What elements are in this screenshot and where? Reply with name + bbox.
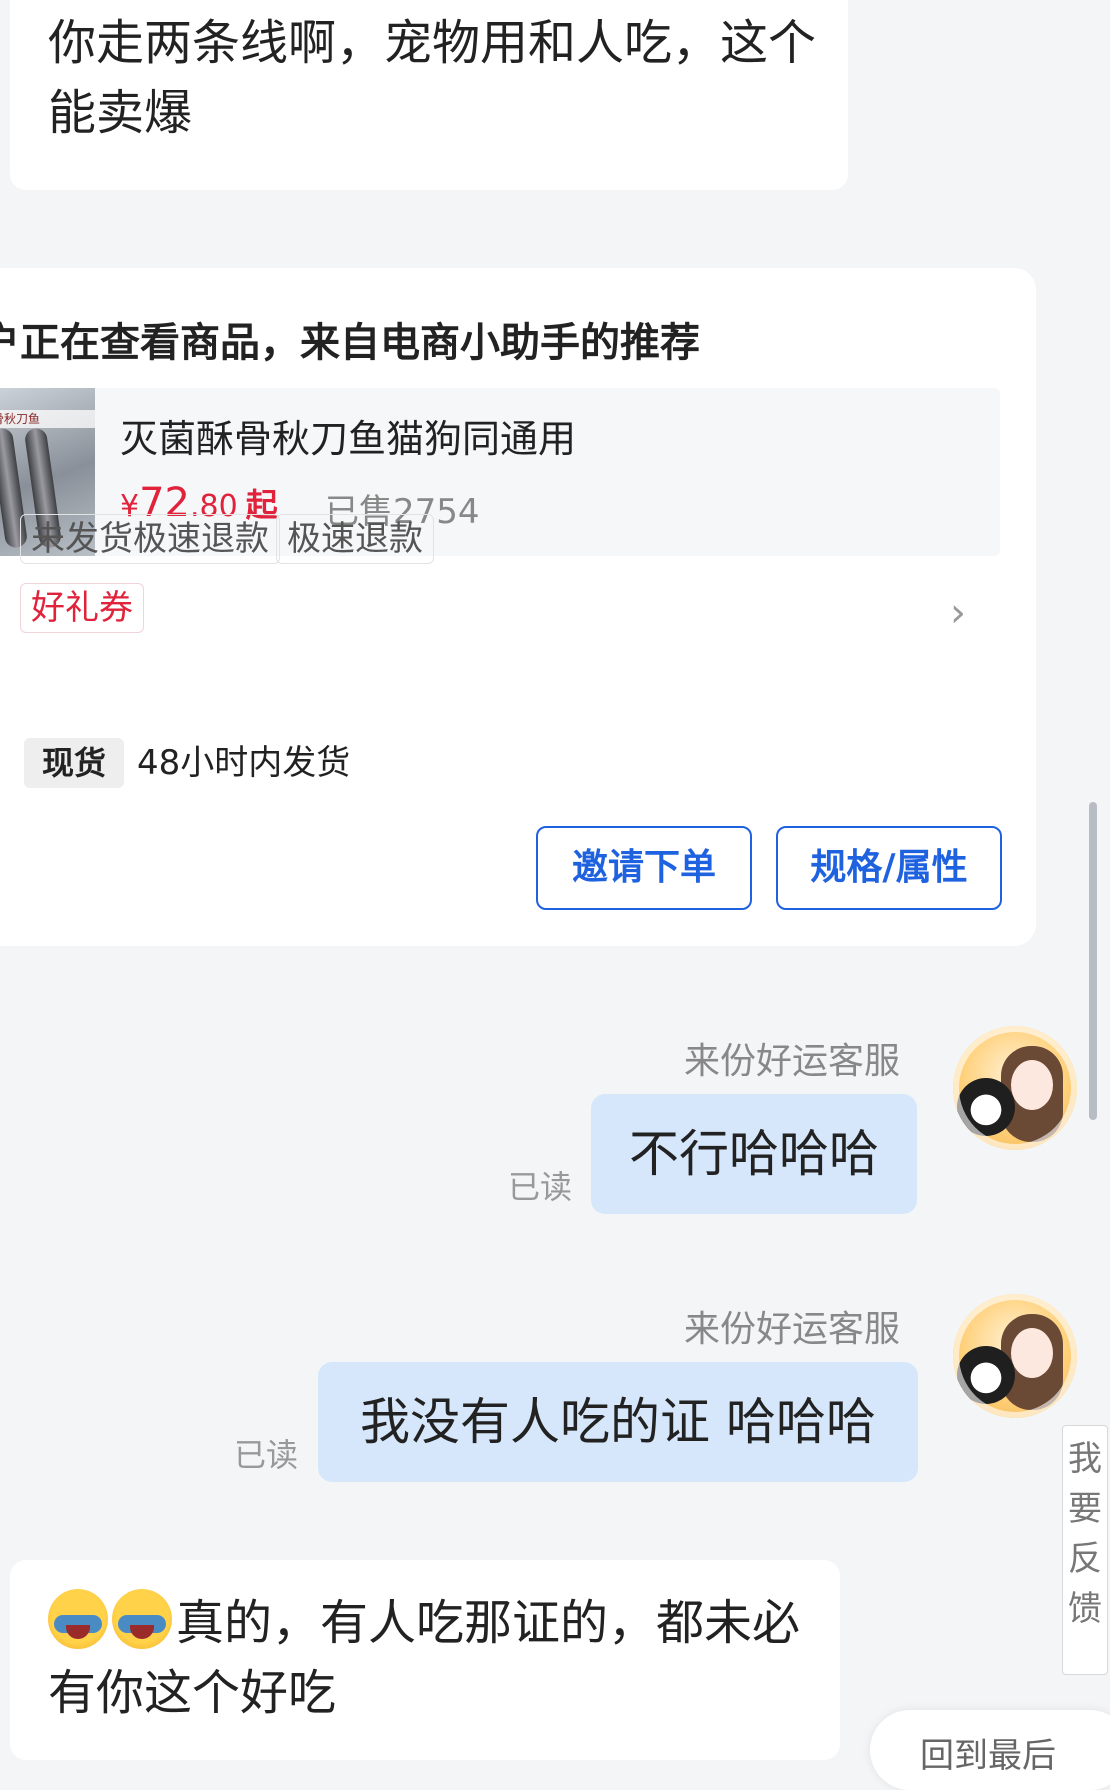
product-name: 灭菌酥骨秋刀鱼猫狗同通用: [120, 417, 577, 461]
feedback-char: 反: [1068, 1539, 1102, 1579]
chevron-right-icon[interactable]: ›: [950, 590, 966, 636]
spec-attributes-button[interactable]: 规格/属性: [776, 826, 1002, 910]
feedback-button[interactable]: 我 要 反 馈: [1062, 1425, 1108, 1675]
incoming-message-bubble[interactable]: 你走两条线啊，宠物用和人吃，这个能卖爆: [10, 0, 848, 190]
incoming-message-bubble[interactable]: 真的，有人吃那证的，都未必有你这个好吃: [10, 1560, 840, 1760]
message-text: 你走两条线啊，宠物用和人吃，这个能卖爆: [48, 15, 817, 141]
back-to-latest-label: 回到最后: [920, 1736, 1056, 1776]
stock-badge: 现货: [24, 738, 124, 788]
rofl-emoji-icon: [112, 1589, 172, 1649]
card-header: 户正在查看商品，来自电商小助手的推荐: [0, 320, 700, 366]
feedback-char: 我: [1068, 1439, 1102, 1479]
feedback-char: 要: [1068, 1489, 1102, 1529]
thumbnail-caption: 酥骨秋刀鱼: [0, 410, 95, 428]
outgoing-message-bubble[interactable]: 我没有人吃的证 哈哈哈: [318, 1362, 918, 1482]
feedback-char: 馈: [1068, 1589, 1102, 1629]
avatar-icon[interactable]: [953, 1294, 1077, 1418]
rofl-emoji-icon: [48, 1589, 108, 1649]
sender-name: 来份好运客服: [684, 1041, 901, 1082]
tag-fast-refund-unshipped: 未发货极速退款: [20, 514, 280, 564]
message-text: 真的，有人吃那证的，都未必有你这个好吃: [48, 1588, 828, 1728]
product-card[interactable]: 户正在查看商品，来自电商小助手的推荐 酥骨秋刀鱼 灭菌酥骨秋刀鱼猫狗同通用 ¥7…: [0, 268, 1036, 946]
coupon-tag[interactable]: 好礼券: [20, 583, 144, 633]
tag-fast-refund: 极速退款: [276, 514, 434, 564]
sender-name: 来份好运客服: [684, 1309, 901, 1350]
read-status: 已读: [508, 1168, 573, 1206]
invite-order-button[interactable]: 邀请下单: [536, 826, 752, 910]
scrollbar[interactable]: [1089, 802, 1097, 1120]
shipping-info: 48小时内发货: [137, 743, 351, 783]
read-status: 已读: [234, 1436, 299, 1474]
back-to-latest-button[interactable]: 回到最后: [870, 1710, 1110, 1790]
avatar-icon[interactable]: [953, 1026, 1077, 1150]
outgoing-message-bubble[interactable]: 不行哈哈哈: [591, 1094, 917, 1214]
